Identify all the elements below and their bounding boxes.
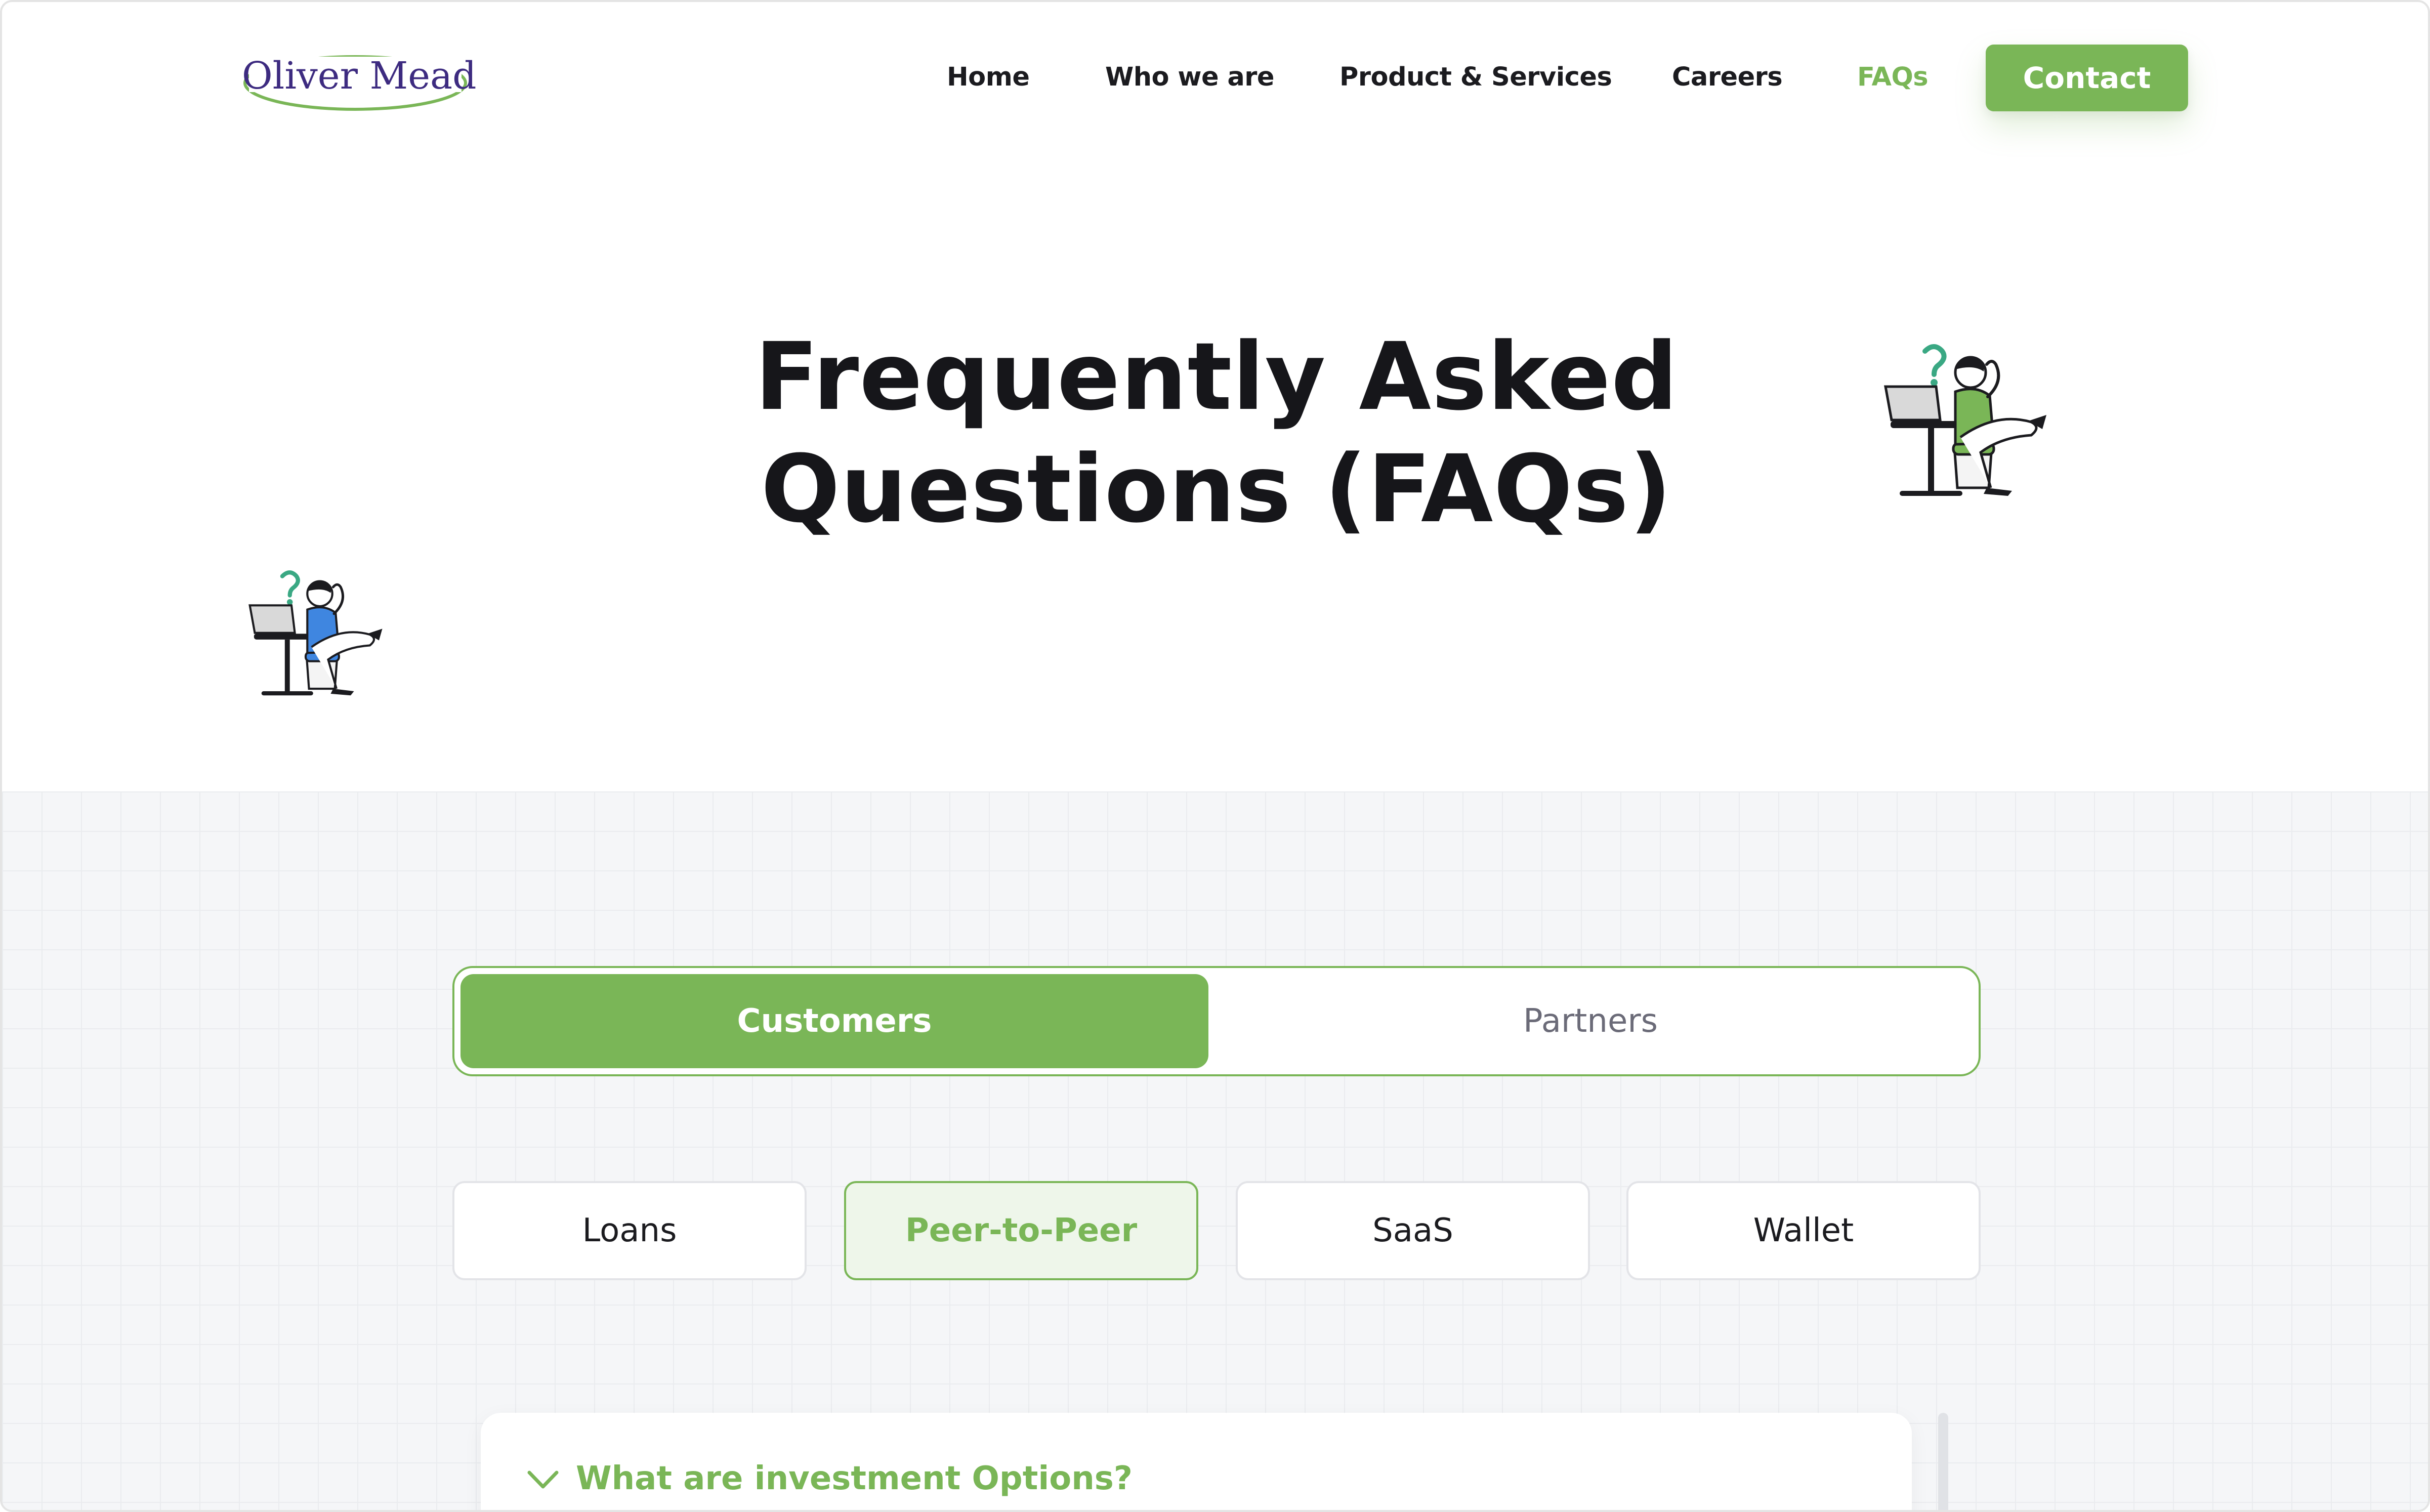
page-title-line-1: Frequently Asked <box>755 323 1679 431</box>
faq-item[interactable]: What are investment Options? <box>481 1413 1912 1510</box>
logo-text: Oliver Mead <box>242 54 477 98</box>
tab-customers[interactable]: Customers <box>460 974 1208 1068</box>
illustration-thinking-person-green <box>1879 336 2062 508</box>
category-wallet[interactable]: Wallet <box>1626 1181 1981 1280</box>
nav-careers[interactable]: Careers <box>1672 59 1783 96</box>
nav-who-we-are[interactable]: Who we are <box>1105 59 1274 96</box>
faq-section <box>2 791 2428 1510</box>
page: Oliver Mead Home Who we are Product & Se… <box>0 0 2430 1512</box>
category-loans[interactable]: Loans <box>452 1181 807 1280</box>
page-title: Frequently Asked Questions (FAQs) <box>609 321 1824 545</box>
nav-home[interactable]: Home <box>947 59 1030 96</box>
nav-product-services[interactable]: Product & Services <box>1339 59 1612 96</box>
logo[interactable]: Oliver Mead <box>239 41 477 117</box>
chevron-down-icon[interactable] <box>526 1468 560 1491</box>
faq-question[interactable]: What are investment Options? <box>576 1458 1133 1499</box>
category-saas[interactable]: SaaS <box>1236 1181 1590 1280</box>
illustration-thinking-person-blue <box>244 564 396 705</box>
logo-mark: Oliver Mead <box>242 54 477 111</box>
faq-scrollbar[interactable] <box>1938 1413 1948 1510</box>
illustration-right-graphic <box>1884 344 2046 496</box>
nav-faqs[interactable]: FAQs <box>1857 59 1929 96</box>
tab-partners[interactable]: Partners <box>1208 974 1973 1068</box>
contact-button[interactable]: Contact <box>1986 45 2188 111</box>
audience-toggle: Customers Partners <box>452 966 1981 1076</box>
page-title-line-2: Questions (FAQs) <box>761 435 1672 543</box>
illustration-left-graphic <box>248 570 383 696</box>
category-peer-to-peer[interactable]: Peer-to-Peer <box>844 1181 1198 1280</box>
